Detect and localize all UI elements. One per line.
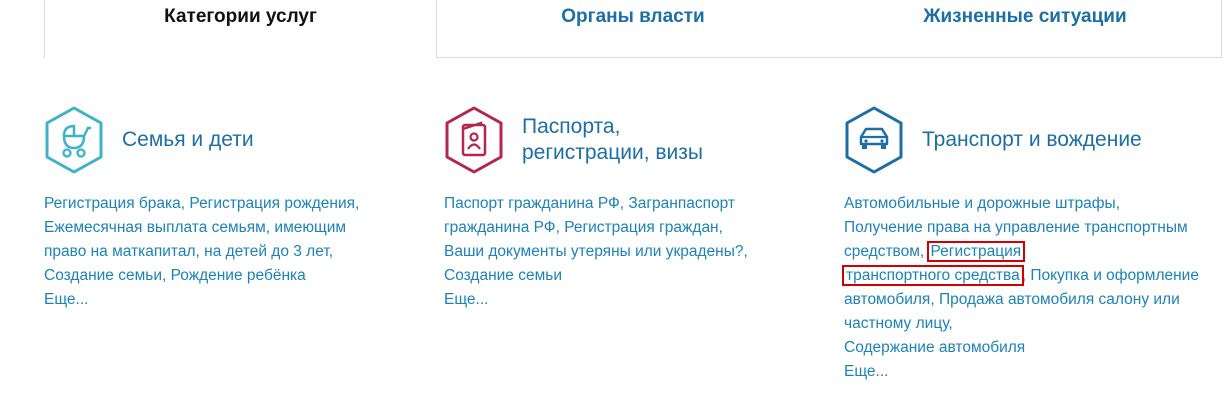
card-title-line2: регистрации, визы [522,141,703,164]
tab-life-situations[interactable]: Жизненные ситуации [829,0,1222,58]
link-child-birth[interactable]: Рождение ребёнка [171,267,306,284]
link-marriage-registration[interactable]: Регистрация брака [44,195,181,212]
card-header[interactable]: Транспорт и вождение [844,104,1214,176]
card-title[interactable]: Транспорт и вождение [922,127,1142,153]
card-links: Паспорт гражданина РФ, Загранпаспорт гра… [444,195,748,308]
card-links: Автомобильные и дорожные штрафы, Получен… [842,195,1199,380]
card-title[interactable]: Семья и дети [122,127,254,153]
card-title-line1: Паспорта, [522,115,621,138]
link-lost-documents[interactable]: Ваши документы утеряны или украдены? [444,243,744,260]
card-header[interactable]: Паспорта, регистрации, визы [444,104,789,176]
link-family-creation[interactable]: Создание семьи [44,267,162,284]
link-monthly-payment[interactable]: Ежемесячная выплата семьям, имеющим прав… [44,219,346,260]
card-header[interactable]: Семья и дети [44,104,389,176]
passport-icon [445,106,503,174]
link-fines[interactable]: Автомобильные и дорожные штрафы [844,195,1116,212]
link-car-maintenance[interactable]: Содержание автомобиля [844,339,1025,356]
more-link[interactable]: Еще... [844,363,888,380]
category-card-transport: Транспорт и вождение Автомобильные и дор… [842,104,1214,384]
tab-service-categories[interactable]: Категории услуг [44,0,437,58]
baby-stroller-icon [45,106,103,174]
tabs-divider [436,57,1222,58]
link-russian-passport[interactable]: Паспорт гражданина РФ [444,195,620,212]
link-vehicle-registration[interactable]: Регистрация [926,241,1026,262]
link-vehicle-registration-cont[interactable]: транспортного средства [842,265,1024,286]
card-title[interactable]: Паспорта, регистрации, визы [522,114,703,166]
category-card-passports: Паспорта, регистрации, визы Паспорт граж… [444,104,789,312]
link-family-creation[interactable]: Создание семьи [444,267,562,284]
category-card-family: Семья и дети Регистрация брака, Регистра… [44,104,389,312]
tab-authorities[interactable]: Органы власти [437,0,829,58]
link-citizen-registration[interactable]: Регистрация граждан [564,219,718,236]
category-tabs: Категории услуг Органы власти Жизненные … [0,0,1229,58]
car-icon [845,106,903,174]
card-links: Регистрация брака, Регистрация рождения,… [44,195,360,308]
more-link[interactable]: Еще... [444,291,488,308]
more-link[interactable]: Еще... [44,291,88,308]
link-birth-registration[interactable]: Регистрация рождения [189,195,355,212]
